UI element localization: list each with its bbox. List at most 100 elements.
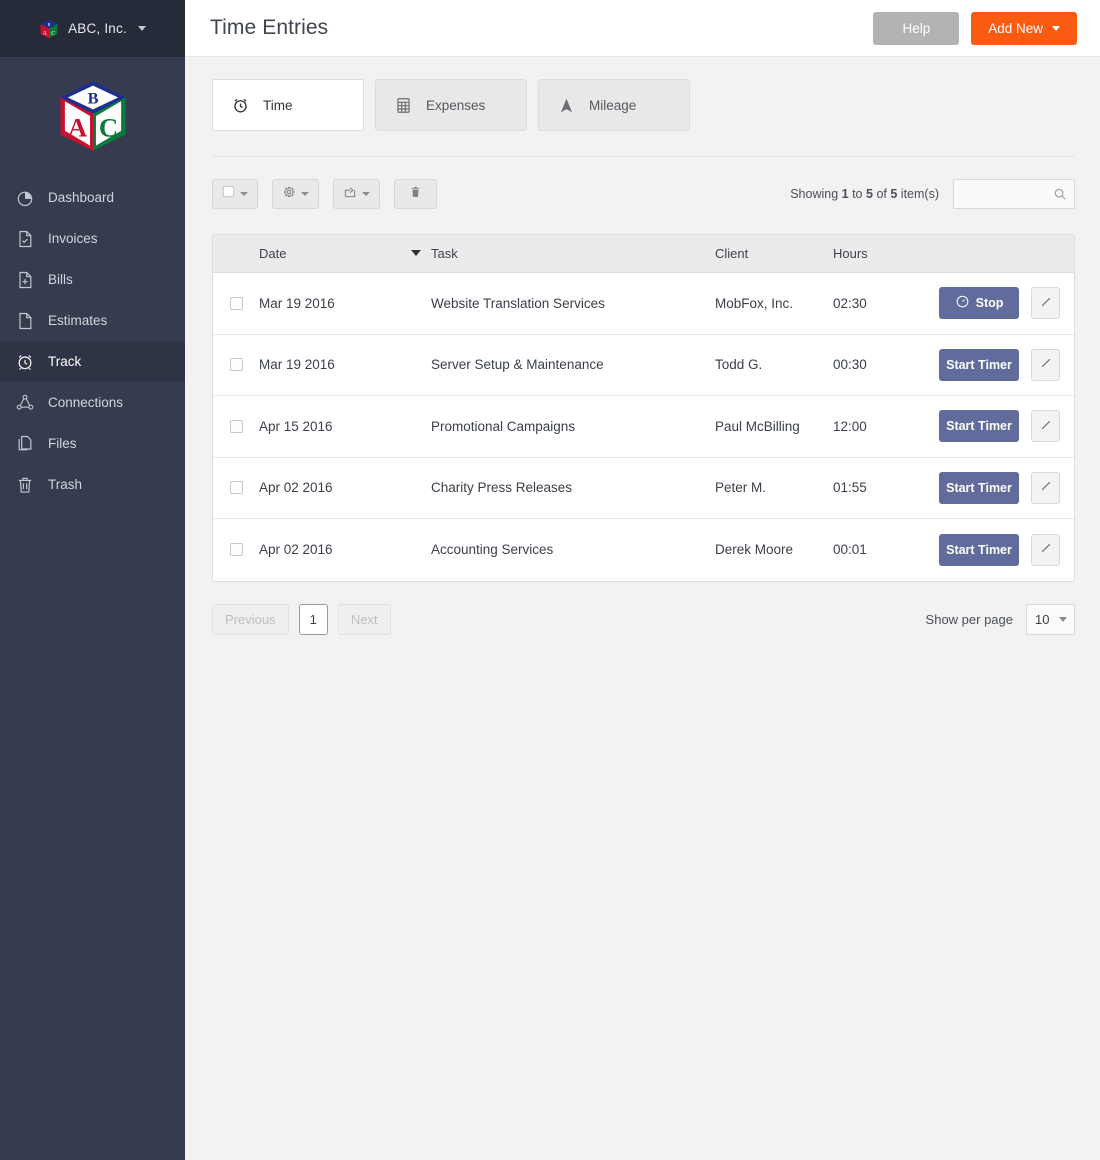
row-checkbox[interactable] (229, 358, 243, 372)
cell-task: Website Translation Services (431, 295, 605, 311)
tab-expenses[interactable]: Expenses (375, 79, 527, 131)
gear-icon (282, 185, 296, 204)
sidebar-item-connections[interactable]: Connections (0, 382, 185, 423)
sidebar-item-bills[interactable]: Bills (0, 259, 185, 300)
sidebar-item-invoices[interactable]: Invoices (0, 218, 185, 259)
chevron-down-icon (1059, 616, 1067, 622)
select-all-dropdown[interactable] (212, 179, 258, 209)
export-dropdown[interactable] (333, 179, 380, 209)
sidebar-item-label: Estimates (48, 313, 108, 328)
sidebar: A C B ABC, Inc. A C B Dashboard Invoices… (0, 0, 185, 1160)
network-nodes-icon (15, 393, 35, 413)
table-row[interactable]: Apr 02 2016 Charity Press Releases Peter… (213, 457, 1074, 519)
start-timer-button[interactable]: Start Timer (939, 533, 1019, 566)
column-header-hours[interactable]: Hours (833, 246, 938, 261)
help-button[interactable]: Help (873, 11, 960, 45)
edit-entry-button[interactable] (1031, 471, 1060, 504)
cell-date: Apr 02 2016 (259, 480, 333, 496)
sidebar-item-files[interactable]: Files (0, 423, 185, 464)
delete-button[interactable] (394, 179, 437, 209)
cell-actions: Stop (938, 287, 1074, 320)
pie-chart-icon (15, 188, 35, 208)
chevron-down-icon (137, 26, 146, 31)
cell-client: Peter M. (715, 480, 767, 496)
cell-hours: 01:55 (833, 480, 867, 496)
sidebar-item-track[interactable]: Track (0, 341, 185, 382)
showing-mid: to (852, 187, 863, 201)
cell-actions: Start Timer (938, 533, 1074, 566)
document-icon (15, 311, 35, 331)
alarm-clock-icon (15, 352, 35, 372)
table-row[interactable]: Apr 02 2016 Accounting Services Derek Mo… (213, 519, 1074, 581)
start-timer-button[interactable]: Start Timer (939, 471, 1019, 504)
sort-descending-icon (411, 250, 421, 256)
column-label: Date (259, 246, 287, 261)
cell-date: Mar 19 2016 (259, 357, 335, 373)
cell-actions: Start Timer (938, 348, 1074, 381)
sidebar-item-trash[interactable]: Trash (0, 464, 185, 505)
cell-hours: 12:00 (833, 418, 867, 434)
pencil-icon (1039, 356, 1053, 373)
cell-date: Apr 02 2016 (259, 542, 333, 558)
search-box[interactable] (953, 179, 1075, 209)
tab-time[interactable]: Time (212, 79, 364, 131)
page-number-button[interactable]: 1 (298, 603, 328, 635)
chevron-down-icon (362, 192, 370, 196)
chevron-down-icon (1052, 25, 1060, 31)
trash-can-icon (15, 475, 35, 495)
sidebar-item-label: Track (48, 354, 82, 369)
cell-task: Server Setup & Maintenance (431, 357, 604, 373)
page-header: Time Entries Help Add New (185, 0, 1100, 57)
table-row[interactable]: Mar 19 2016 Server Setup & Maintenance T… (213, 334, 1074, 396)
alarm-clock-icon (231, 96, 250, 115)
start-timer-button[interactable]: Start Timer (939, 348, 1019, 381)
column-label: Task (431, 246, 458, 261)
document-check-icon (15, 229, 35, 249)
chevron-down-icon (301, 192, 309, 196)
sidebar-item-label: Files (48, 436, 77, 451)
table-row[interactable]: Apr 15 2016 Promotional Campaigns Paul M… (213, 396, 1074, 458)
cell-hours: 02:30 (833, 295, 867, 311)
previous-page-button[interactable]: Previous (212, 603, 289, 635)
edit-entry-button[interactable] (1031, 348, 1060, 381)
cell-actions: Start Timer (938, 471, 1074, 504)
search-icon (1053, 187, 1067, 201)
tab-label: Expenses (426, 97, 486, 113)
sidebar-item-label: Bills (48, 272, 73, 287)
cell-client: Paul McBilling (715, 418, 800, 434)
edit-entry-button[interactable] (1031, 533, 1060, 566)
brand-selector[interactable]: A C B ABC, Inc. (0, 0, 185, 57)
column-header-client[interactable]: Client (715, 246, 833, 261)
column-header-task[interactable]: Task (431, 246, 715, 261)
settings-dropdown[interactable] (272, 179, 319, 209)
stop-timer-button[interactable]: Stop (939, 287, 1019, 320)
per-page-control: Show per page 10 (926, 603, 1075, 635)
row-checkbox[interactable] (229, 296, 243, 310)
row-checkbox[interactable] (229, 481, 243, 495)
tab-label: Time (263, 97, 293, 113)
edit-entry-button[interactable] (1031, 410, 1060, 443)
calculator-icon (394, 96, 413, 115)
sidebar-logo: A C B (0, 57, 185, 175)
abc-block-cube-icon: A C B (39, 19, 59, 39)
showing-suffix: item(s) (900, 187, 939, 201)
sidebar-item-estimates[interactable]: Estimates (0, 300, 185, 341)
cell-client: Todd G. (715, 357, 763, 373)
add-new-button[interactable]: Add New (971, 11, 1077, 45)
table-row[interactable]: Mar 19 2016 Website Translation Services… (213, 273, 1074, 335)
tab-mileage[interactable]: Mileage (538, 79, 690, 131)
cell-date: Apr 15 2016 (259, 418, 333, 434)
edit-entry-button[interactable] (1031, 287, 1060, 320)
per-page-select[interactable]: 10 (1026, 603, 1075, 635)
cell-task: Charity Press Releases (431, 480, 573, 496)
row-checkbox[interactable] (229, 419, 243, 433)
showing-count: Showing 1 to 5 of 5 item(s) (790, 187, 939, 201)
svg-text:B: B (87, 88, 98, 107)
abc-block-cube-logo: A C B (56, 79, 130, 153)
column-header-date[interactable]: Date (259, 246, 431, 261)
entry-type-tabs: Time Expenses Mileage (212, 79, 1075, 131)
row-checkbox[interactable] (229, 543, 243, 557)
start-timer-button[interactable]: Start Timer (939, 410, 1019, 443)
next-page-button[interactable]: Next (337, 603, 391, 635)
sidebar-item-dashboard[interactable]: Dashboard (0, 177, 185, 218)
